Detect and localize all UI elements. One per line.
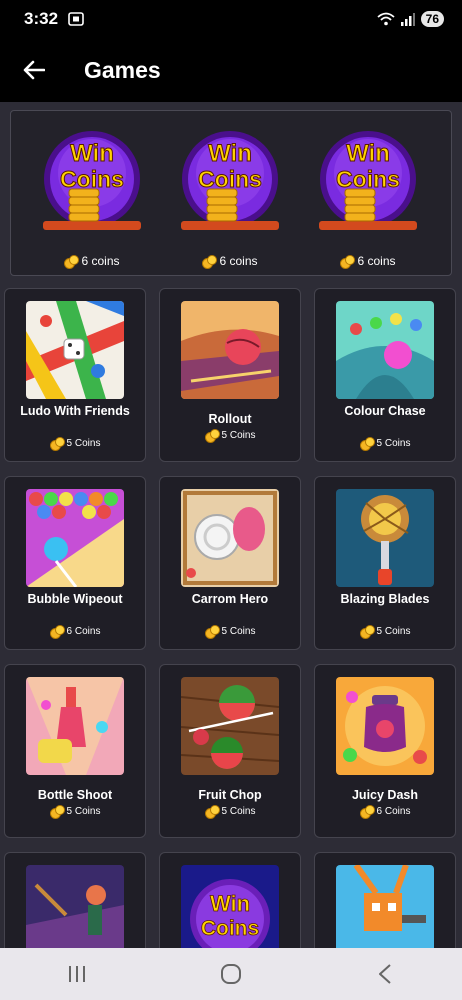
badge-line1: Win — [346, 140, 390, 167]
game-name: Colour Chase — [344, 404, 426, 418]
win-coins-badge-icon: Win Coins — [319, 131, 417, 230]
colour-chase-thumbnail-icon — [336, 301, 434, 399]
juicy-dash-thumbnail-icon — [336, 677, 434, 775]
win-coins-badge-icon: Win Coins — [43, 131, 141, 230]
coin-icon — [49, 437, 65, 451]
game-price: 5 Coins — [66, 805, 101, 817]
game-name: Blazing Blades — [340, 592, 430, 606]
games-list[interactable]: Win Coins 6 coins Win Coins 6 coins Win … — [0, 102, 462, 948]
game-price: 6 Coins — [376, 805, 411, 817]
game-card-bottle-shoot[interactable]: Bottle Shoot 5 Coins — [4, 664, 146, 838]
coin-icon — [202, 255, 218, 269]
game-name: Fruit Chop — [198, 788, 262, 802]
coin-icon — [49, 805, 65, 819]
game-name: Juicy Dash — [351, 788, 418, 802]
status-time: 3:32 — [24, 9, 59, 28]
bottle-shoot-thumbnail-icon — [26, 677, 124, 775]
coin-icon — [359, 625, 375, 639]
win-coins-item[interactable]: Win Coins 6 coins — [173, 129, 287, 269]
page-title: Games — [84, 56, 161, 83]
game-card-bubble-wipeout[interactable]: Bubble Wipeout 6 Coins — [4, 476, 146, 650]
win-coins-price: 6 coins — [219, 254, 258, 268]
game-name: Carrom Hero — [191, 592, 269, 606]
game-price: 5 Coins — [221, 625, 256, 637]
game-card-win-coins[interactable]: Win Coins — [159, 852, 301, 948]
system-back-icon — [379, 964, 391, 984]
win-coins-banner: Win Coins 6 coins Win Coins 6 coins Win … — [10, 110, 452, 276]
game-card-ludo-with-friends[interactable]: Ludo With Friends 5 Coins — [4, 288, 146, 462]
badge-line1: Win — [210, 891, 250, 916]
bubble-wipeout-thumbnail-icon — [26, 489, 124, 587]
game-name: Bubble Wipeout — [27, 592, 123, 606]
game-card-juicy-dash[interactable]: Juicy Dash 6 Coins — [314, 664, 456, 838]
back-button[interactable] — [14, 50, 54, 90]
rollout-thumbnail-icon — [181, 301, 279, 399]
coin-icon — [359, 805, 375, 819]
game-card-blazing-blades[interactable]: Blazing Blades 5 Coins — [314, 476, 456, 650]
blocky-shooter-thumbnail-icon — [336, 865, 434, 948]
win-coins-price: 6 coins — [357, 254, 396, 268]
win-coins-item[interactable]: Win Coins 6 coins — [311, 129, 425, 269]
game-card-fruit-chop[interactable]: Fruit Chop 5 Coins — [159, 664, 301, 838]
coin-icon — [64, 255, 80, 269]
badge-line1: Win — [70, 140, 114, 167]
recents-button[interactable] — [47, 954, 107, 994]
coin-icon — [49, 625, 65, 639]
badge-line2: Coins — [198, 166, 262, 192]
app-bar: Games — [0, 38, 462, 102]
coin-icon — [204, 429, 220, 443]
system-back-button[interactable] — [355, 954, 415, 994]
game-price: 5 Coins — [221, 429, 256, 441]
signal-icon — [400, 12, 415, 26]
game-price: 5 Coins — [376, 625, 411, 637]
game-name: Ludo With Friends — [20, 404, 130, 418]
coin-icon — [340, 255, 356, 269]
home-button[interactable] — [201, 954, 261, 994]
system-nav-bar — [0, 948, 462, 1000]
game-card-partial[interactable] — [4, 852, 146, 948]
badge-line2: Coins — [336, 166, 400, 192]
game-price: 6 Coins — [66, 625, 101, 637]
win-coins-thumbnail-icon: Win Coins — [181, 865, 279, 948]
coin-icon — [359, 437, 375, 451]
game-name: Rollout — [208, 412, 252, 426]
fruit-chop-thumbnail-icon — [181, 677, 279, 775]
badge-line2: Coins — [201, 917, 259, 940]
ludo-thumbnail-icon — [26, 301, 124, 399]
badge-line2: Coins — [60, 166, 124, 192]
game-card-colour-chase[interactable]: Colour Chase 5 Coins — [314, 288, 456, 462]
coin-icon — [204, 625, 220, 639]
badge-line1: Win — [208, 140, 252, 167]
recents-icon — [69, 966, 85, 982]
game-card-carrom-hero[interactable]: Carrom Hero 5 Coins — [159, 476, 301, 650]
game-card-partial[interactable] — [314, 852, 456, 948]
win-coins-item[interactable]: Win Coins 6 coins — [35, 129, 149, 269]
back-arrow-icon — [23, 60, 45, 80]
game-price: 5 Coins — [221, 805, 256, 817]
game-price: 5 Coins — [66, 437, 101, 449]
screenshot-icon — [68, 12, 84, 26]
game-price: 5 Coins — [376, 437, 411, 449]
home-icon — [221, 964, 241, 984]
wifi-icon — [377, 12, 395, 26]
status-bar: 3:32 76 — [0, 0, 462, 38]
adventure-thumbnail-icon — [26, 865, 124, 948]
game-name: Bottle Shoot — [37, 788, 113, 802]
coin-icon — [204, 805, 220, 819]
blazing-blades-thumbnail-icon — [336, 489, 434, 587]
game-card-rollout[interactable]: Rollout 5 Coins — [159, 288, 301, 462]
win-coins-price: 6 coins — [81, 254, 120, 268]
win-coins-badge-icon: Win Coins — [181, 131, 279, 230]
battery-indicator: 76 — [420, 11, 444, 27]
carrom-hero-thumbnail-icon — [181, 489, 279, 587]
